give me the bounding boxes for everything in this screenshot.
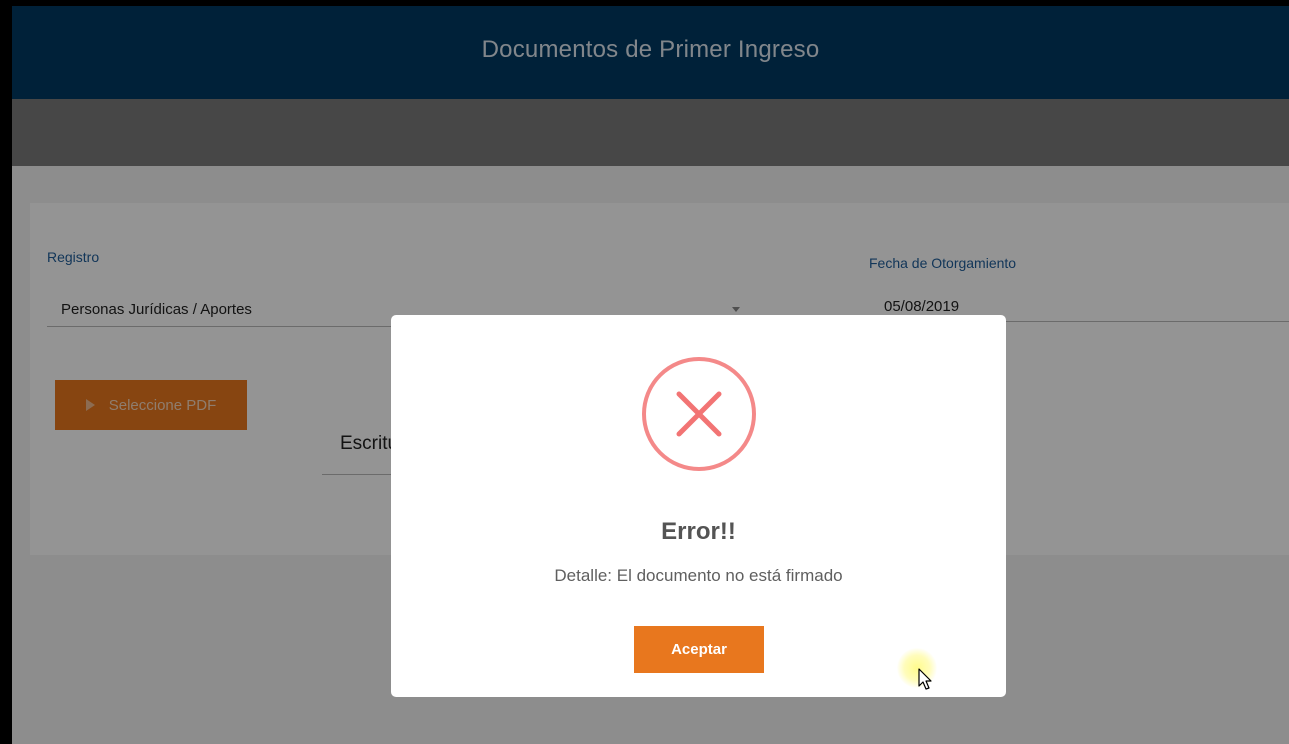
error-detail: Detalle: El documento no está firmado [554,566,843,585]
error-dialog: Error!! Detalle: El documento no está fi… [391,315,1006,697]
browser-viewport: Documentos de Primer Ingreso Registro Pe… [12,6,1289,744]
error-title: Error!! [661,518,736,545]
accept-button[interactable]: Aceptar [634,626,764,673]
mouse-pointer-icon [918,668,932,690]
error-x-icon [642,357,756,471]
